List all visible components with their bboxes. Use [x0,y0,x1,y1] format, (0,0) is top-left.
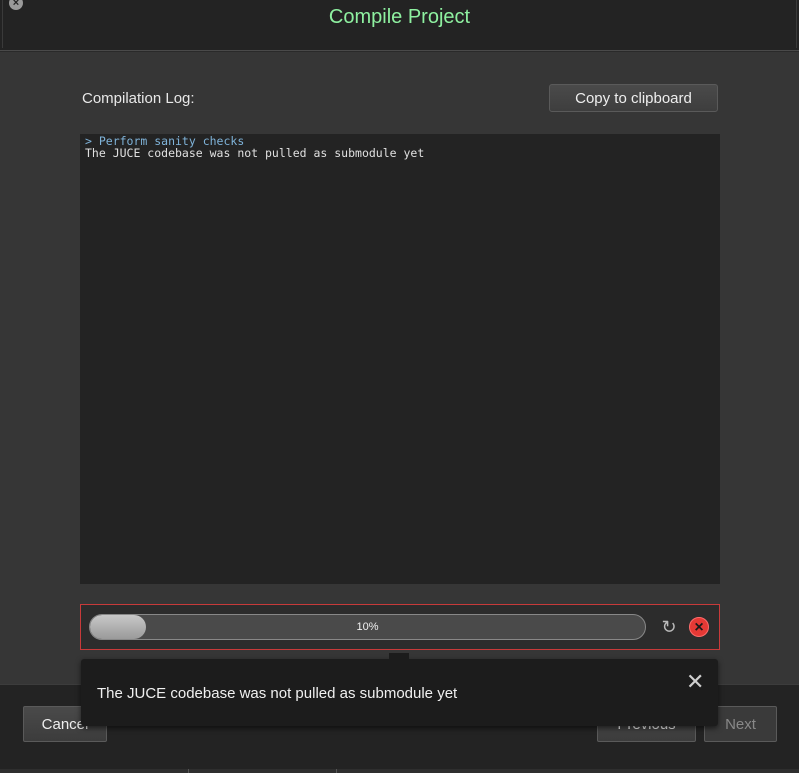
dialog-title: Compile Project [328,6,471,28]
close-icon[interactable]: ✕ [686,671,704,693]
progress-panel: 10% ↻ × [80,604,720,650]
toast-pointer [389,653,409,659]
refresh-icon[interactable]: ↻ [659,617,679,637]
stop-icon[interactable]: × [689,617,709,637]
progress-bar: 10% [89,614,646,640]
strip-divider [336,769,337,773]
footer-strip [0,769,799,773]
log-line: The JUCE codebase was not pulled as subm… [85,146,425,160]
compilation-log-area[interactable]: > Perform sanity checks The JUCE codebas… [80,134,720,584]
progress-text: 10% [356,621,379,633]
toast-message: The JUCE codebase was not pulled as subm… [97,685,458,702]
compilation-log-label: Compilation Log: [82,90,195,107]
strip-divider [188,769,189,773]
title-bar: × Compile Project [0,0,799,51]
error-toast: The JUCE codebase was not pulled as subm… [81,653,718,726]
copy-to-clipboard-button[interactable]: Copy to clipboard [549,84,718,112]
